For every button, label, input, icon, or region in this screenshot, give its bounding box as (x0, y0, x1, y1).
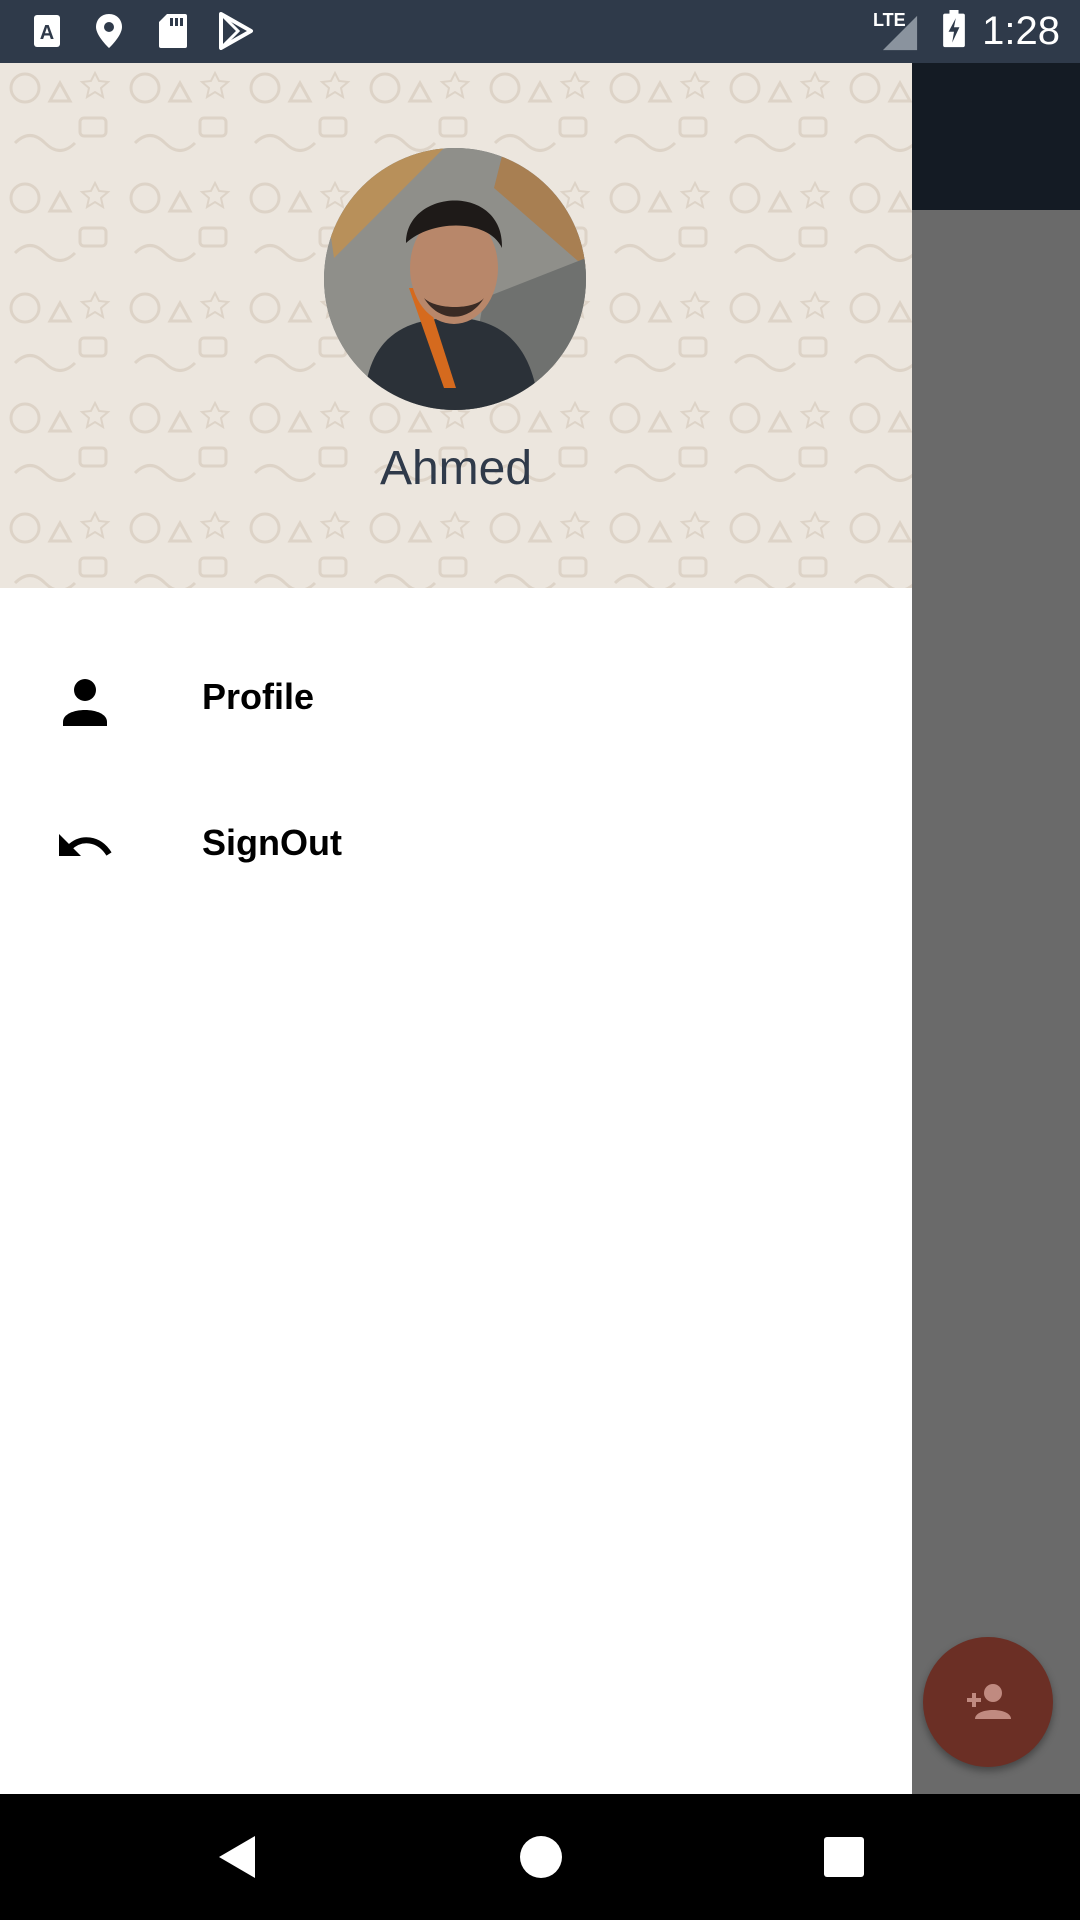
add-contact-button[interactable] (923, 1637, 1053, 1767)
drawer-item-label: Profile (202, 676, 315, 717)
add-person-icon (967, 1684, 1011, 1719)
avatar[interactable] (324, 148, 586, 410)
drawer-item-label: SignOut (202, 822, 342, 863)
status-time: 1:28 (982, 9, 1060, 53)
drawer-item-signout[interactable]: SignOut (0, 778, 912, 918)
drawer-header: Ahmed (0, 63, 912, 588)
person-icon (63, 679, 107, 726)
sd-card-icon (159, 14, 187, 48)
status-bar: A LTE 1:28 (0, 0, 1080, 63)
home-icon[interactable] (517, 1832, 565, 1882)
back-icon[interactable] (213, 1832, 261, 1882)
play-store-icon (219, 12, 253, 50)
battery-charging-icon (943, 10, 965, 48)
system-navigation-bar (0, 1794, 1080, 1920)
user-name: Ahmed (379, 442, 533, 495)
avatar-photo (324, 148, 586, 410)
navigation-drawer: Ahmed Profile SignOut (0, 63, 912, 1794)
svg-text:A: A (40, 22, 54, 44)
recents-icon[interactable] (820, 1832, 868, 1882)
signal-icon (882, 15, 918, 51)
drawer-item-profile[interactable]: Profile (0, 632, 912, 772)
location-pin-icon (96, 14, 122, 48)
undo-arrow-icon (59, 834, 112, 856)
text-a-icon: A (34, 15, 60, 47)
